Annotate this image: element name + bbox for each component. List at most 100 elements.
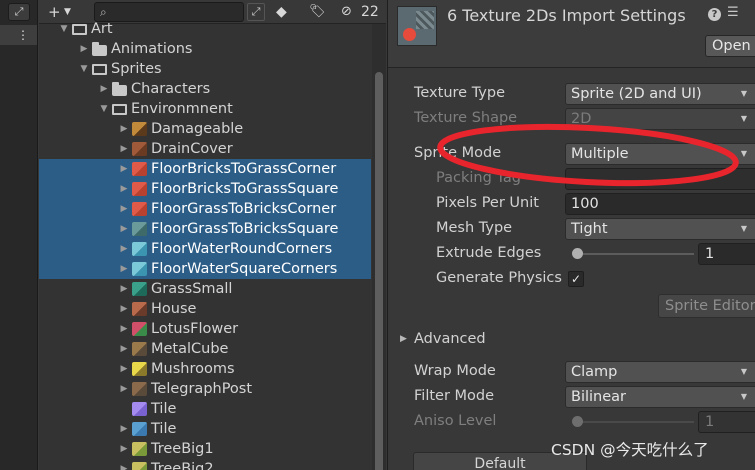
mesh-type-dropdown[interactable]: Tight	[565, 218, 755, 240]
collapsed-arrow-icon[interactable]: ▶	[119, 139, 129, 159]
preset-sliders-icon[interactable]: ☰	[727, 5, 739, 20]
collapsed-arrow-icon[interactable]: ▶	[119, 259, 129, 279]
sprite-editor-button[interactable]: Sprite Editor	[658, 294, 755, 318]
sprite-telegraph-icon	[132, 382, 147, 396]
tree-item[interactable]: ▶ LotusFlower	[39, 319, 371, 339]
collapsed-arrow-icon[interactable]: ▶	[99, 79, 109, 99]
tree-item[interactable]: ▶ TreeBig2	[39, 459, 371, 470]
tree-item-label: DrainCover	[151, 141, 233, 157]
inspector-header: 6 Texture 2Ds Import Settings ? ☰ Open	[388, 0, 755, 68]
folder-open-icon	[72, 24, 87, 35]
tree-item[interactable]: Tile	[39, 399, 371, 419]
tree-item-label: Sprites	[111, 61, 162, 77]
tree-item[interactable]: ▶ Tile	[39, 419, 371, 439]
filter-mode-dropdown[interactable]: Bilinear	[565, 386, 755, 408]
tree-item[interactable]: ▶ TreeBig1	[39, 439, 371, 459]
tree-item[interactable]: ▶ TelegraphPost	[39, 379, 371, 399]
collapsed-arrow-icon[interactable]: ▶	[119, 319, 129, 339]
scrollbar-thumb[interactable]	[375, 72, 383, 470]
tree-item[interactable]: ▼ Art	[39, 19, 371, 39]
tree-item[interactable]: ▶ FloorBricksToGrassCorner	[39, 159, 371, 179]
sprite-mode-dropdown[interactable]: Multiple	[565, 143, 755, 165]
advanced-foldout[interactable]: ▶ Advanced	[388, 328, 755, 352]
sprite-bricks-icon	[132, 162, 147, 176]
texture-type-label: Texture Type	[414, 85, 505, 101]
tree-item-label: Environmnent	[131, 101, 233, 117]
vertical-dots-icon[interactable]: ⋮	[17, 25, 29, 45]
collapsed-arrow-icon[interactable]: ▶	[119, 339, 129, 359]
sprite-water-icon	[132, 242, 147, 256]
collapsed-arrow-icon[interactable]: ▶	[119, 299, 129, 319]
wrap-mode-label: Wrap Mode	[414, 363, 496, 379]
project-scrollbar[interactable]	[372, 24, 386, 470]
sprite-grass-small-icon	[132, 282, 147, 296]
tile-asset-icon	[132, 402, 147, 416]
tree-item[interactable]: ▶ FloorBricksToGrassSquare	[39, 179, 371, 199]
wrap-mode-dropdown[interactable]: Clamp	[565, 361, 755, 383]
watermark-text: CSDN @今天吃什么了	[551, 441, 709, 459]
tree-item[interactable]: ▶ Damageable	[39, 119, 371, 139]
hierarchy-strip: ⤢ ⋮	[0, 0, 38, 470]
collapsed-arrow-icon[interactable]: ▶	[119, 359, 129, 379]
expanded-arrow-icon[interactable]: ▼	[59, 19, 69, 39]
tree-item[interactable]: ▶ MetalCube	[39, 339, 371, 359]
generate-physics-checkbox[interactable]: ✓	[568, 271, 584, 287]
tree-item[interactable]: ▼ Environmnent	[39, 99, 371, 119]
extrude-edges-slider-knob[interactable]	[572, 248, 583, 259]
sprite-tree-icon	[132, 462, 147, 470]
collapsed-arrow-icon[interactable]: ▶	[119, 179, 129, 199]
collapsed-arrow-icon[interactable]: ▶	[119, 219, 129, 239]
packing-tag-input[interactable]	[565, 168, 755, 190]
wrap-mode-row: Wrap Mode Clamp	[388, 360, 755, 384]
collapsed-arrow-icon[interactable]: ▶	[119, 459, 129, 470]
tree-item[interactable]: ▶ FloorWaterRoundCorners	[39, 239, 371, 259]
sprite-draincover-icon	[132, 142, 147, 156]
extrude-edges-slider-track[interactable]	[578, 253, 694, 255]
pixels-per-unit-input[interactable]: 100	[565, 193, 755, 215]
help-icon[interactable]: ?	[708, 8, 721, 21]
extrude-edges-input[interactable]: 1	[698, 243, 755, 265]
mesh-type-label: Mesh Type	[436, 220, 513, 236]
tree-item-label: FloorBricksToGrassSquare	[151, 181, 339, 197]
tree-item-label: Tile	[151, 401, 177, 417]
collapsed-arrow-icon[interactable]: ▶	[119, 279, 129, 299]
foldout-arrow-icon[interactable]: ▶	[400, 334, 407, 344]
collapsed-arrow-icon[interactable]: ▶	[79, 39, 89, 59]
collapsed-arrow-icon[interactable]: ▶	[119, 199, 129, 219]
tree-item[interactable]: ▶ Mushrooms	[39, 359, 371, 379]
collapsed-arrow-icon[interactable]: ▶	[119, 119, 129, 139]
tree-item[interactable]: ▶ GrassSmall	[39, 279, 371, 299]
tree-item[interactable]: ▶ FloorWaterSquareCorners	[39, 259, 371, 279]
collapsed-arrow-icon[interactable]: ▶	[119, 239, 129, 259]
texture-type-row: Texture Type Sprite (2D and UI)	[388, 82, 755, 106]
tree-item[interactable]: ▶ Animations	[39, 39, 371, 59]
collapsed-arrow-icon[interactable]: ▶	[119, 159, 129, 179]
texture-type-dropdown[interactable]: Sprite (2D and UI)	[565, 83, 755, 105]
collapsed-arrow-icon[interactable]: ▶	[119, 379, 129, 399]
tree-item-label: MetalCube	[151, 341, 229, 357]
collapsed-arrow-icon[interactable]: ▶	[119, 419, 129, 439]
tree-item[interactable]: ▶ House	[39, 299, 371, 319]
pixels-per-unit-row: Pixels Per Unit 100	[388, 192, 755, 216]
expanded-arrow-icon[interactable]: ▼	[99, 99, 109, 119]
open-button[interactable]: Open	[705, 35, 755, 57]
tree-item-label: Art	[91, 21, 113, 37]
maximize-icon[interactable]: ⤢	[8, 3, 30, 21]
tree-item[interactable]: ▶ FloorGrassToBricksCorner	[39, 199, 371, 219]
tree-item[interactable]: ▶ DrainCover	[39, 139, 371, 159]
sprite-grass-icon	[132, 222, 147, 236]
tree-item-label: Animations	[111, 41, 193, 57]
tree-item[interactable]: ▶ Characters	[39, 79, 371, 99]
sprite-water-icon	[132, 262, 147, 276]
collapsed-arrow-icon[interactable]: ▶	[119, 439, 129, 459]
aniso-level-input: 1	[698, 411, 755, 433]
texture-preview-icon	[397, 6, 437, 46]
tree-item[interactable]: ▶ FloorGrassToBricksSquare	[39, 219, 371, 239]
tree-item-label: FloorGrassToBricksSquare	[151, 221, 339, 237]
tree-item[interactable]: ▼ Sprites	[39, 59, 371, 79]
expanded-arrow-icon[interactable]: ▼	[79, 59, 89, 79]
texture-shape-dropdown: 2D	[565, 108, 755, 130]
project-panel: + ▼ ⌕ ⤢ ◆ 🏷 ⊘ 22 ▼ Art ▶ Animations ▼ Sprites…	[39, 0, 386, 470]
aniso-level-slider-track	[578, 421, 694, 423]
hierarchy-row[interactable]: ⋮	[0, 25, 37, 45]
